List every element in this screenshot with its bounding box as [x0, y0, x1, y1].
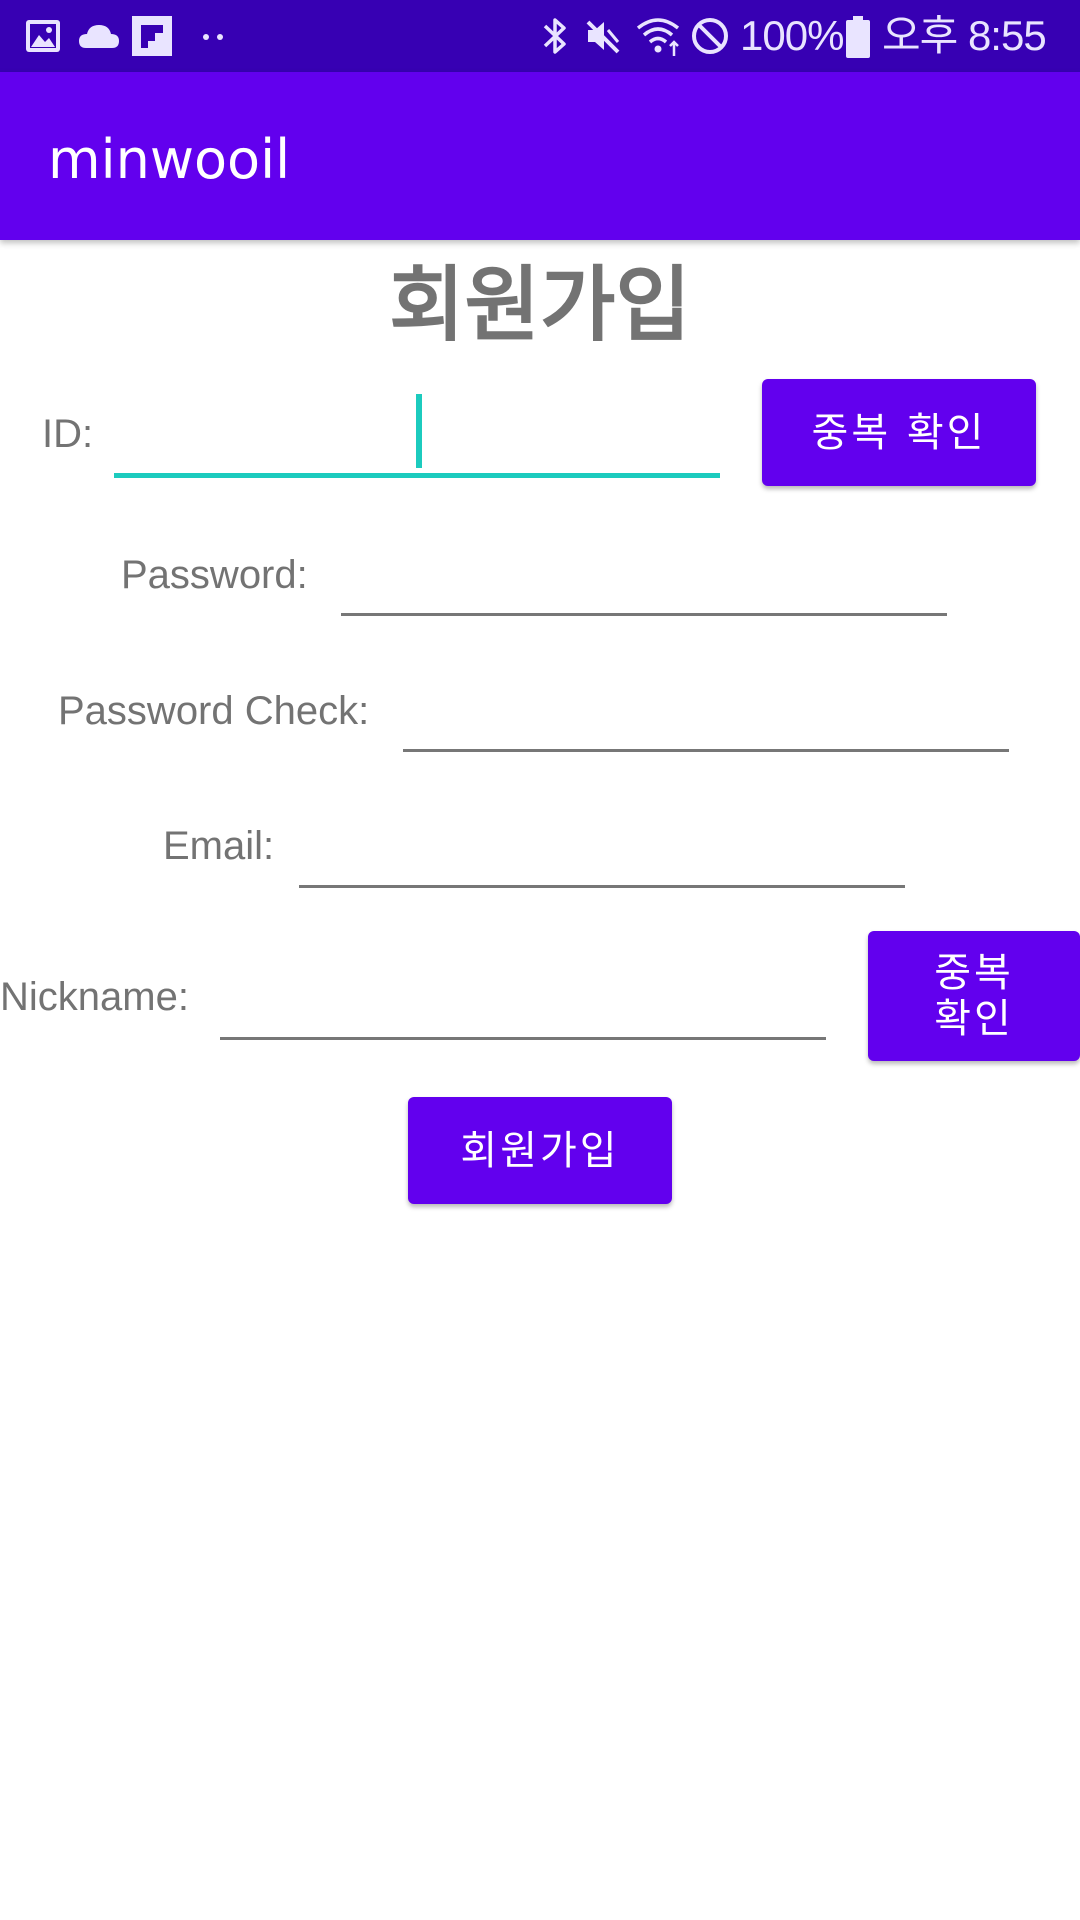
page-title: 회원가입	[389, 258, 691, 353]
text-cursor	[416, 394, 422, 468]
gallery-icon	[26, 20, 60, 52]
do-not-disturb-icon	[692, 18, 728, 54]
password-check-input[interactable]	[403, 682, 1009, 749]
cloud-icon	[79, 25, 119, 48]
app-title: minwooil	[48, 128, 291, 191]
signup-button[interactable]: 회원가입	[408, 1097, 672, 1204]
password-check-field[interactable]	[403, 682, 1009, 752]
email-label: Email:	[163, 824, 275, 868]
password-check-label: Password Check:	[58, 689, 370, 733]
nickname-input[interactable]	[220, 970, 826, 1037]
flipboard-icon	[132, 16, 172, 56]
status-time: 오후 8:55	[882, 12, 1047, 59]
email-field[interactable]	[299, 818, 905, 888]
password-label: Password:	[121, 553, 308, 597]
more-dots-icon	[203, 34, 223, 40]
battery-percent: 100%	[740, 12, 844, 59]
bluetooth-icon	[543, 18, 566, 54]
nickname-label: Nickname:	[0, 975, 189, 1019]
status-bar: 100% 오후 8:55	[0, 0, 1080, 72]
nickname-duplicate-check-button[interactable]: 중복 확인	[868, 931, 1080, 1061]
mute-icon	[586, 20, 620, 54]
nickname-field[interactable]	[220, 970, 826, 1040]
email-input[interactable]	[299, 818, 905, 885]
wifi-icon	[636, 18, 680, 56]
battery-icon	[846, 16, 870, 58]
id-duplicate-check-button[interactable]: 중복 확인	[762, 379, 1036, 486]
app-bar: minwooil	[0, 72, 1080, 240]
id-label: ID:	[42, 412, 94, 456]
password-input[interactable]	[341, 546, 947, 613]
password-field[interactable]	[341, 546, 947, 616]
